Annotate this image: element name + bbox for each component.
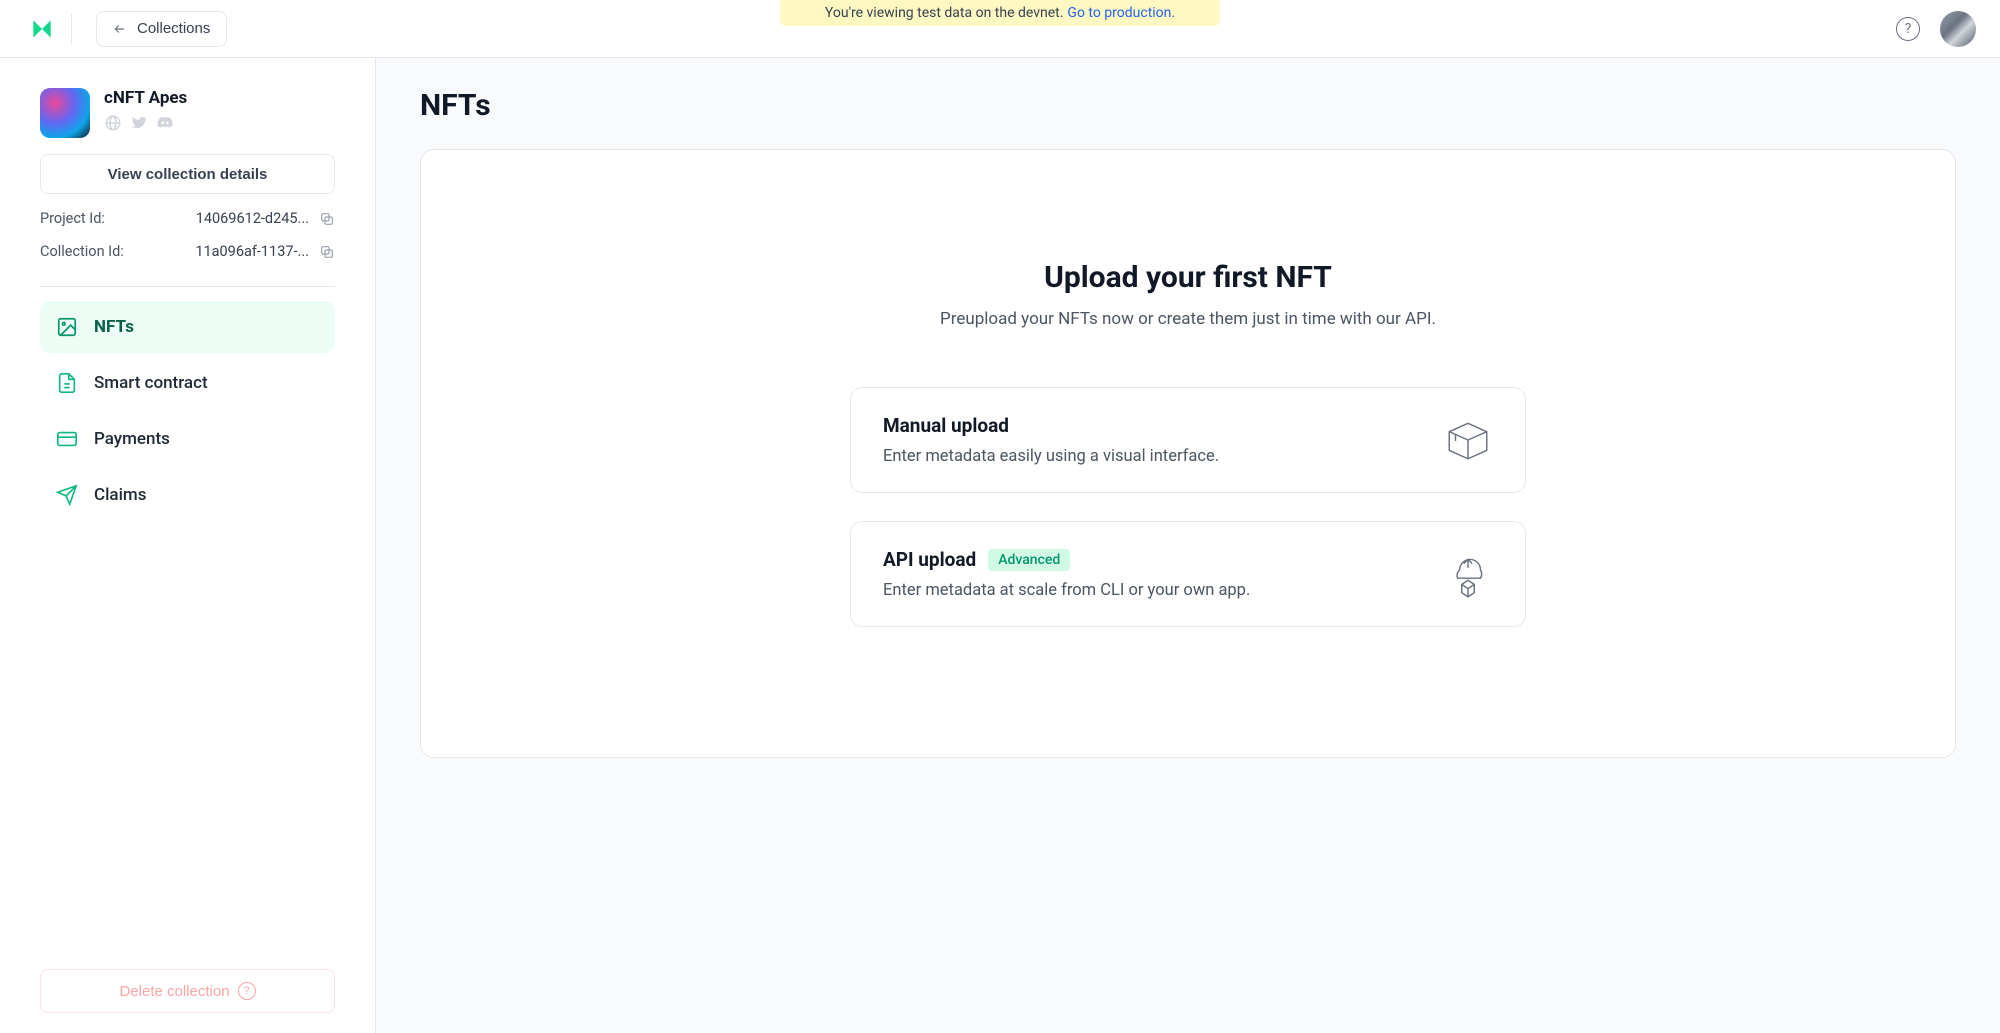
collection-id-row: Collection Id: 11a096af-1137-... [40, 243, 335, 260]
sidebar-item-label: Smart contract [94, 373, 208, 393]
divider [40, 286, 335, 287]
collection-id-label: Collection Id: [40, 243, 124, 260]
sidebar-item-label: Payments [94, 429, 170, 449]
sidebar-item-nfts[interactable]: NFTs [40, 301, 335, 353]
help-icon[interactable]: ? [1896, 17, 1920, 41]
option-title: Manual upload [883, 414, 1009, 437]
upload-card: Upload your first NFT Preupload your NFT… [420, 149, 1956, 758]
copy-icon[interactable] [319, 244, 335, 260]
collection-name: cNFT Apes [104, 88, 187, 108]
go-to-production-link[interactable]: Go to production. [1067, 5, 1175, 21]
view-collection-details-button[interactable]: View collection details [40, 154, 335, 194]
twitter-icon[interactable] [130, 114, 148, 132]
brand-logo-icon [29, 16, 55, 42]
back-to-collections-button[interactable]: Collections [96, 11, 227, 47]
file-icon [56, 372, 78, 394]
hero-subtitle: Preupload your NFTs now or create them j… [940, 309, 1436, 329]
option-description: Enter metadata easily using a visual int… [883, 447, 1419, 466]
cloud-upload-icon [1443, 549, 1493, 599]
delete-label: Delete collection [119, 983, 229, 1000]
user-avatar[interactable] [1940, 11, 1976, 47]
collection-avatar [40, 88, 90, 138]
hero-title: Upload your first NFT [1044, 260, 1332, 295]
project-id-label: Project Id: [40, 210, 105, 227]
option-description: Enter metadata at scale from CLI or your… [883, 581, 1419, 600]
manual-upload-option[interactable]: Manual upload Enter metadata easily usin… [850, 387, 1526, 493]
sidebar-item-label: Claims [94, 485, 147, 505]
logo[interactable] [12, 14, 72, 44]
image-icon [56, 316, 78, 338]
box-icon [1443, 415, 1493, 465]
discord-icon[interactable] [156, 114, 174, 132]
environment-banner: You're viewing test data on the devnet. … [780, 0, 1220, 26]
sidebar-item-smart-contract[interactable]: Smart contract [40, 357, 335, 409]
help-icon: ? [238, 982, 256, 1000]
arrow-left-icon [113, 22, 127, 36]
delete-collection-button[interactable]: Delete collection ? [40, 969, 335, 1013]
banner-text: You're viewing test data on the devnet. [825, 5, 1064, 21]
send-icon [56, 484, 78, 506]
page-title: NFTs [420, 88, 1956, 123]
option-title: API upload [883, 548, 976, 571]
project-id-value: 14069612-d245... [196, 210, 309, 227]
credit-card-icon [56, 428, 78, 450]
collection-id-value: 11a096af-1137-... [195, 243, 309, 260]
main-content: NFTs Upload your first NFT Preupload you… [376, 58, 2000, 1033]
collection-header: cNFT Apes [40, 88, 335, 138]
sidebar: cNFT Apes View collection details Projec… [0, 58, 376, 1033]
globe-icon[interactable] [104, 114, 122, 132]
social-links [104, 114, 187, 132]
back-label: Collections [137, 20, 210, 37]
copy-icon[interactable] [319, 211, 335, 227]
project-id-row: Project Id: 14069612-d245... [40, 210, 335, 227]
sidebar-item-claims[interactable]: Claims [40, 469, 335, 521]
sidebar-item-label: NFTs [94, 317, 134, 337]
advanced-badge: Advanced [988, 549, 1070, 571]
sidebar-item-payments[interactable]: Payments [40, 413, 335, 465]
api-upload-option[interactable]: API upload Advanced Enter metadata at sc… [850, 521, 1526, 627]
